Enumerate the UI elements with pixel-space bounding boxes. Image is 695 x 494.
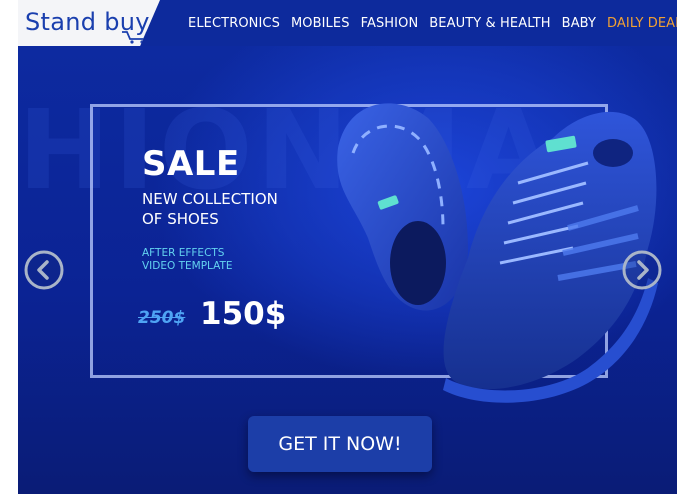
chevron-right-icon[interactable] [622, 250, 662, 290]
subtitle: NEW COLLECTION OF SHOES [142, 189, 322, 229]
page-frame: Stand buy ELECTRONICS MOBILES FASHION BE… [18, 0, 677, 494]
nav-item-mobiles[interactable]: MOBILES [291, 16, 350, 31]
get-it-now-button[interactable]: GET IT NOW! [248, 416, 432, 472]
subtitle-line-1: NEW COLLECTION [142, 190, 278, 208]
shopping-cart-icon [122, 31, 148, 44]
nav-item-daily-deals[interactable]: DAILY DEALS [607, 16, 677, 31]
main-nav: ELECTRONICS MOBILES FASHION BEAUTY & HEA… [188, 16, 677, 31]
nav-item-baby[interactable]: BABY [562, 16, 596, 31]
nav-item-electronics[interactable]: ELECTRONICS [188, 16, 280, 31]
nav-item-beauty-health[interactable]: BEAUTY & HEALTH [429, 16, 550, 31]
tagline-line-2: VIDEO TEMPLATE [142, 260, 233, 272]
logo[interactable]: Stand buy [18, 0, 160, 46]
tagline: AFTER EFFECTS VIDEO TEMPLATE [142, 247, 282, 273]
nav-item-fashion[interactable]: FASHION [361, 16, 419, 31]
sale-title: SALE [142, 144, 240, 184]
new-price: 150$ [200, 296, 287, 332]
top-header: Stand buy ELECTRONICS MOBILES FASHION BE… [18, 0, 677, 46]
chevron-left-icon[interactable] [24, 250, 64, 290]
old-price: 250$ [138, 308, 186, 328]
tagline-line-1: AFTER EFFECTS [142, 247, 225, 259]
hero-banner: HIONMA SALE NEW COLLECTION OF SHOES AFTE… [18, 46, 677, 494]
subtitle-line-2: OF SHOES [142, 210, 219, 228]
sneakers-image [337, 103, 658, 403]
